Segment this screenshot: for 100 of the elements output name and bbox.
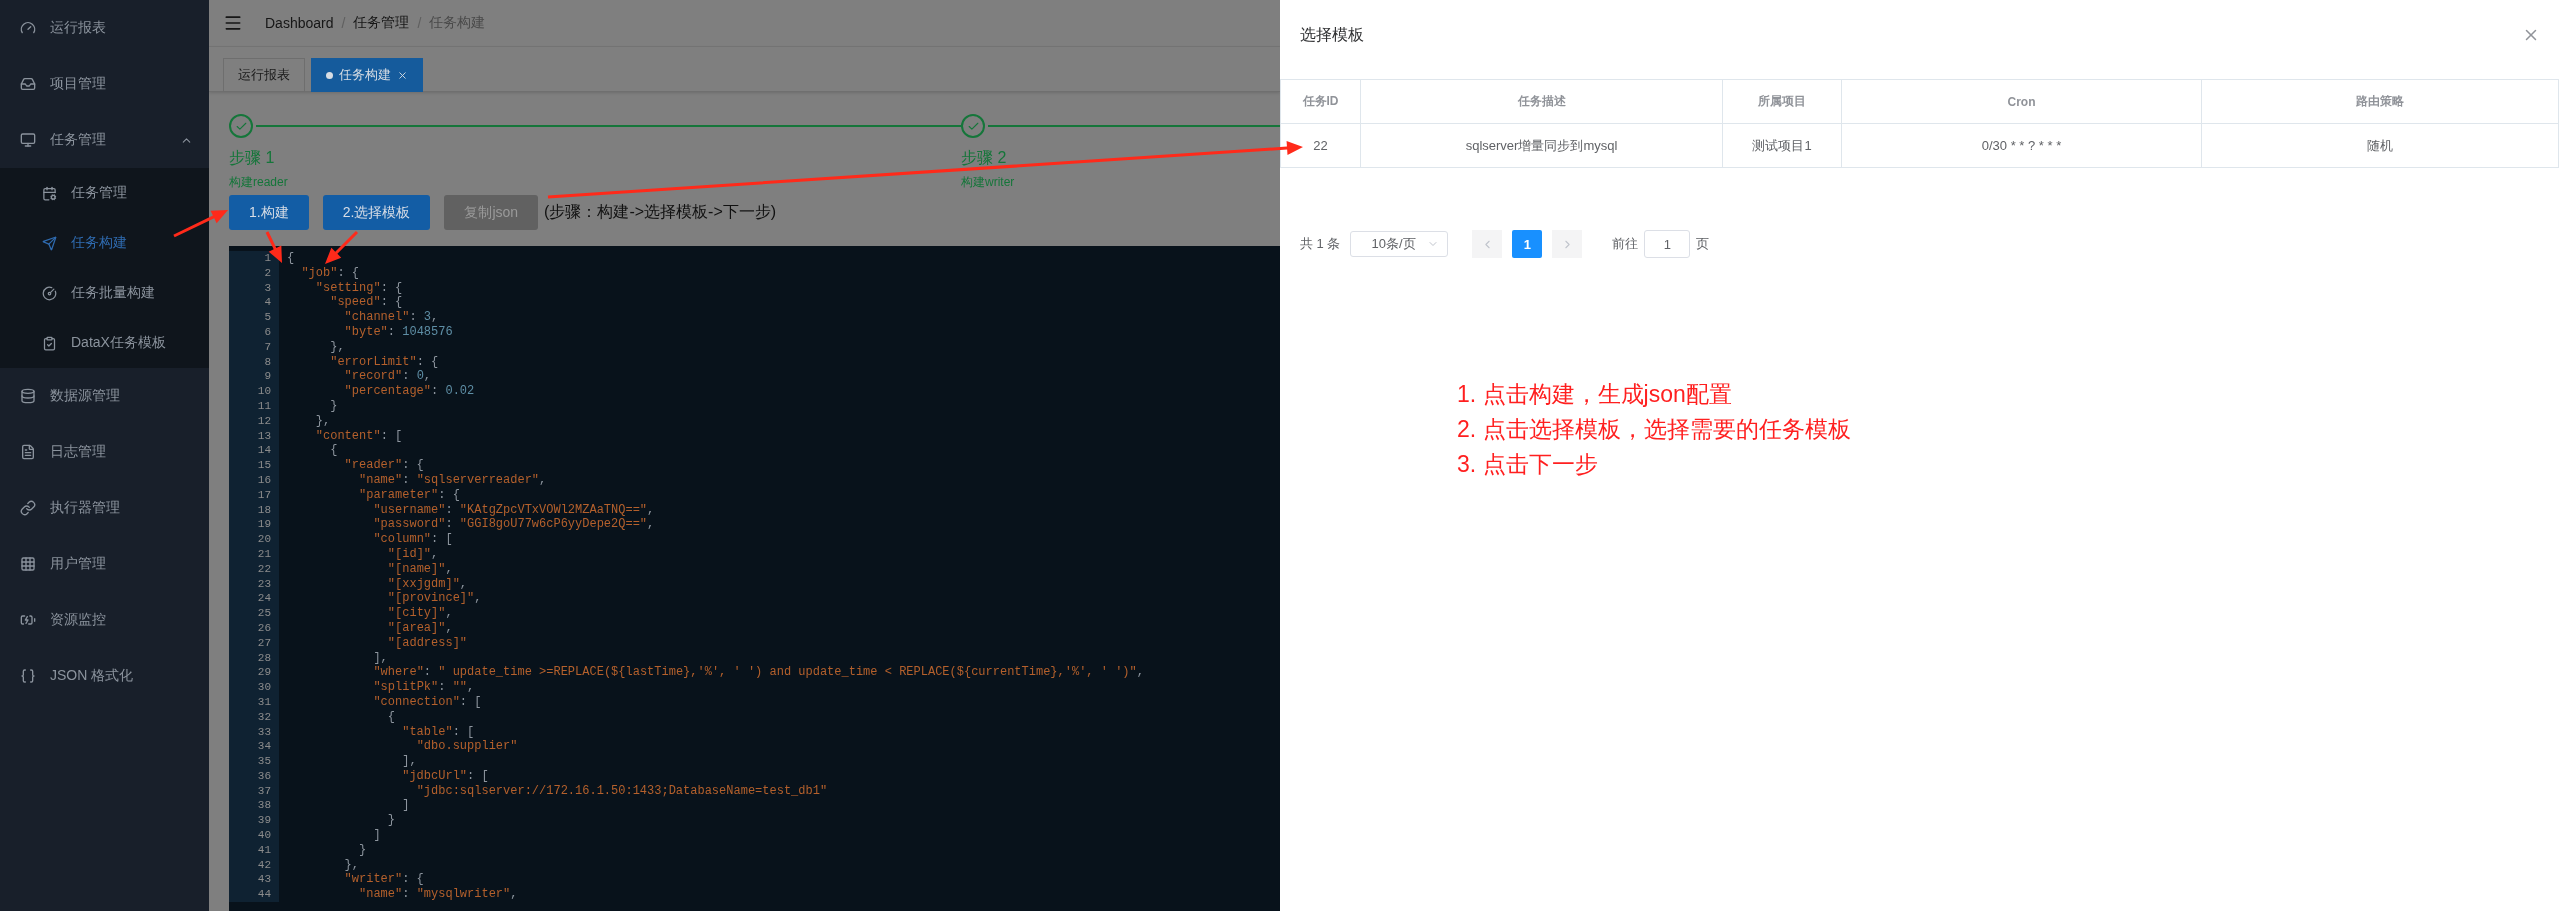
tab[interactable]: 运行报表 [223,58,305,92]
sidebar-item[interactable]: JSON 格式化 [0,648,209,704]
dot-icon [326,71,333,79]
code-line: "[address]" [386,635,468,651]
code-line: "record": 0, [343,369,432,385]
line-number: 35 [229,754,279,769]
line-number: 44 [229,887,279,903]
code-line: { [329,443,338,459]
clipboard-icon [42,335,57,351]
table-cell: 0/30 * * ? * * * [1842,124,2202,168]
step-description: 构建reader [229,174,288,191]
code-line: "name": "sqlserverreader", [358,472,547,488]
annotation-text: 3. 点击下一步 [1457,450,1599,479]
code-line: "[province]", [386,591,482,607]
line-number: 20 [229,532,279,547]
code-line: }, [343,857,359,873]
paper-plane-icon [42,235,57,251]
line-number: 30 [229,680,279,695]
code-line: "name": "mysqlwriter", [358,887,518,903]
sidebar-item[interactable]: 项目管理 [0,56,209,112]
link-icon [20,500,36,516]
code-line: "[name]", [386,561,453,577]
close-icon[interactable] [397,69,408,81]
code-line: "parameter": { [358,487,460,503]
total-count: 共 1 条 [1300,235,1341,253]
code-line: ] [401,798,410,814]
code-line: "content": [ [314,428,403,444]
code-line: }, [314,413,331,429]
sidebar-subitem[interactable]: 任务批量构建 [0,268,209,318]
breadcrumb-link[interactable]: Dashboard [265,15,334,32]
page-number[interactable]: 1 [1512,230,1543,258]
action-button[interactable]: 1.构建 [229,195,309,230]
page-input[interactable]: 1 [1644,230,1691,258]
table-cell: 随机 [2202,124,2559,168]
sidebar-item[interactable]: 运行报表 [0,0,209,56]
sidebar-item[interactable]: 资源监控 [0,592,209,648]
sidebar-subitem[interactable]: 任务管理 [0,168,209,218]
code-line: { [286,251,295,266]
code-line: "where": " update_time >=REPLACE(${lastTime},'%', ' ') and update_time < REPLACE(${currentTime},'%', ' ')", [372,665,1144,681]
sidebar-subitem[interactable]: 任务构建 [0,218,209,268]
code-line: } [386,813,396,829]
tab-label: 运行报表 [238,66,290,84]
page-unit: 页 [1696,235,1710,253]
action-button[interactable]: 2.选择模板 [322,195,431,230]
line-number: 4 [229,295,279,311]
sidebar-item[interactable]: 任务管理 [0,112,209,168]
code-line: "reader": { [343,458,424,473]
sidebar-item[interactable]: 用户管理 [0,536,209,592]
annotation-arrow [265,231,282,263]
table-cell: 测试项目1 [1723,124,1842,168]
tab[interactable]: 任务构建 [311,58,423,92]
code-line: "connection": [ [372,694,482,710]
code-line: ], [401,754,417,769]
line-number: 14 [229,443,279,459]
annotation-arrow [325,230,359,264]
code-line: "writer": { [343,872,424,888]
annotation-arrow [173,210,228,238]
sidebar-item[interactable]: 日志管理 [0,424,209,480]
line-number: 10 [229,384,279,399]
line-number: 9 [229,369,279,385]
page-size-select[interactable]: 10条/页 [1350,231,1449,257]
code-line: "username": "KAtgZpcVTxVOWl2MZAaTNQ==", [372,502,655,518]
code-line: "byte": 1048576 [343,325,453,340]
goto-label: 前往 [1612,235,1639,253]
column-header: 任务描述 [1361,80,1723,124]
database-icon [20,388,36,404]
step-title: 步骤 2 [961,148,1007,168]
code-line: "channel": 3, [343,310,439,325]
column-header: Cron [1842,80,2202,124]
gauge-icon [42,285,57,301]
sidebar-item[interactable]: 数据源管理 [0,368,209,424]
code-line: "[city]", [386,606,453,621]
code-line: "percentage": 0.02 [343,384,475,399]
breadcrumb-separator: / [417,15,422,32]
code-line: "speed": { [329,295,403,311]
code-line: "jdbc:sqlserver://172.16.1.50:1433;DatabaseName=test_db1" [415,783,828,799]
breadcrumb-link[interactable]: 任务管理 [353,14,410,33]
code-line: "splitPk": "", [372,680,475,695]
line-number: 29 [229,665,279,681]
line-number: 24 [229,591,279,607]
line-number: 40 [229,828,279,843]
code-line: } [358,842,367,858]
code-line: "password": "GGI8goU77w6cP6yyDepe2Q==", [372,517,655,533]
code-line: }, [329,339,345,355]
sidebar-item[interactable]: 执行器管理 [0,480,209,536]
code-line: ], [372,650,388,666]
code-line: "job": { [300,265,360,281]
inbox-icon [20,76,36,92]
step-description: 构建writer [961,174,1015,191]
line-number: 19 [229,517,279,533]
line-number: 38 [229,798,279,814]
code-line: "setting": { [314,280,403,296]
line-number: 34 [229,739,279,755]
code-line: "column": [ [372,532,453,547]
sidebar-subitem[interactable]: DataX任务模板 [0,318,209,368]
hint-text: (步骤：构建->选择模板->下一步) [544,202,777,222]
code-line: ] [372,828,381,843]
monitor-icon [20,132,36,148]
line-number: 39 [229,813,279,829]
document-icon [20,444,36,460]
